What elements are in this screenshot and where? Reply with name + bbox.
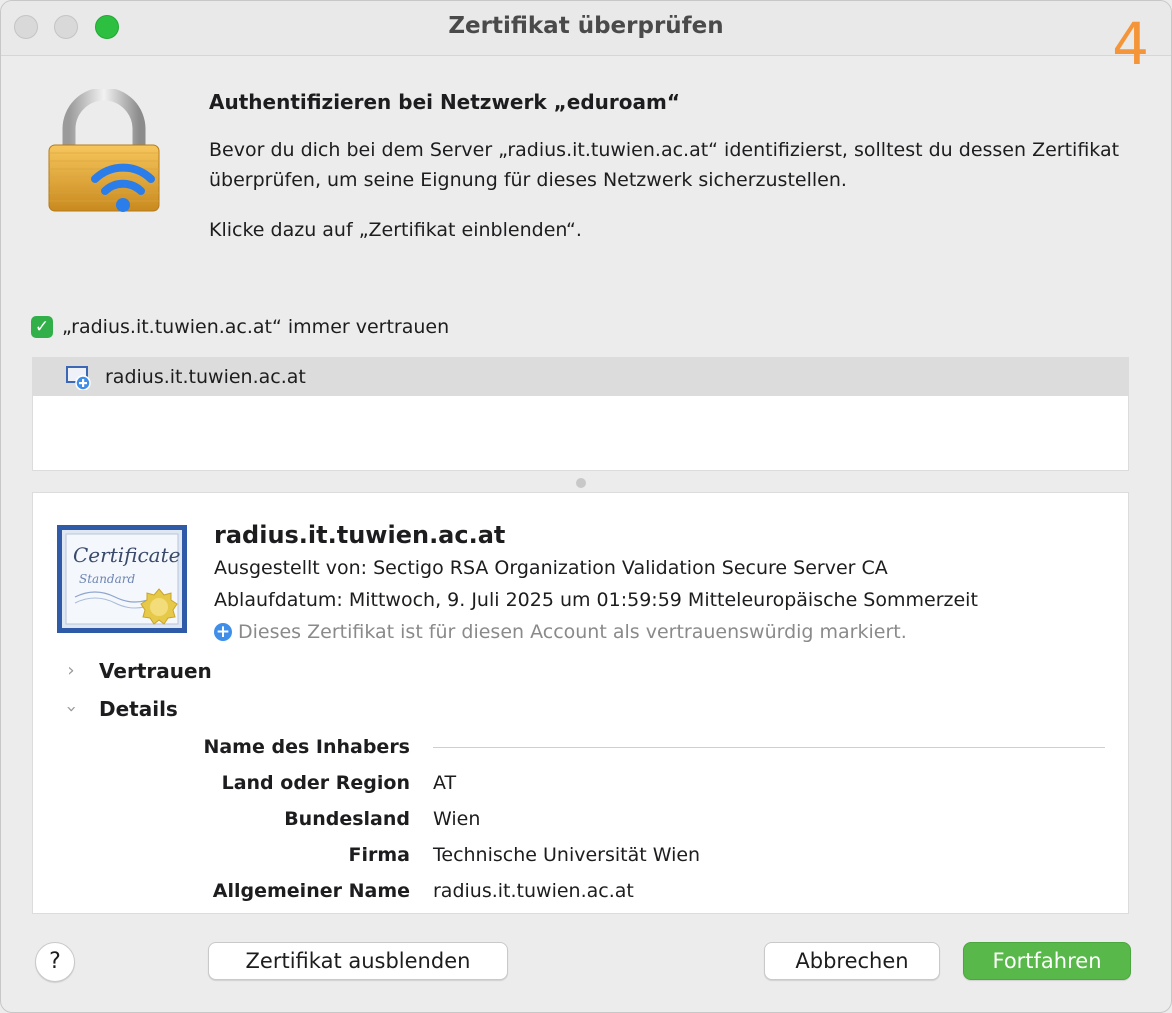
field-value: radius.it.tuwien.ac.at (433, 880, 634, 902)
always-trust-checkbox-row[interactable]: ✓ „radius.it.tuwien.ac.at“ immer vertrau… (31, 313, 449, 341)
help-button[interactable]: ? (35, 942, 75, 982)
dialog-description: Bevor du dich bei dem Server „radius.it.… (209, 139, 1120, 191)
title-bar: Zertifikat überprüfen (1, 1, 1171, 56)
certificate-badge-subtitle: Standard (79, 572, 135, 586)
certificate-expiry: Ablaufdatum: Mittwoch, 9. Juli 2025 um 0… (214, 589, 978, 611)
section-details[interactable]: › Details (61, 697, 178, 721)
field-value: Technische Universität Wien (433, 844, 701, 866)
step-badge: 4 (1112, 10, 1149, 78)
section-vertrauen-label: Vertrauen (99, 659, 212, 683)
field-key: Allgemeiner Name (212, 880, 410, 902)
dialog-heading: Authentifizieren bei Netzwerk „eduroam“ (209, 90, 680, 114)
trusted-plus-icon: + (214, 622, 232, 642)
certificate-large-icon: Certificate Standard (57, 525, 187, 633)
certificate-title: radius.it.tuwien.ac.at (214, 521, 506, 549)
field-key: Land oder Region (221, 772, 410, 794)
always-trust-label: „radius.it.tuwien.ac.at“ immer vertrauen (62, 316, 450, 338)
dialog-hint: Klicke dazu auf „Zertifikat einblenden“. (209, 219, 582, 241)
network-lock-icon (48, 89, 160, 212)
trust-note-text: Dieses Zertifikat ist für diesen Account… (238, 621, 907, 643)
certificate-small-icon (66, 366, 91, 390)
field-key: Firma (348, 844, 410, 866)
certificate-dialog: Zertifikat überprüfen 4 Authentifizieren… (0, 0, 1172, 1013)
window-title: Zertifikat überprüfen (448, 13, 724, 39)
section-details-label: Details (99, 697, 178, 721)
continue-button[interactable]: Fortfahren (963, 942, 1131, 980)
section-vertrauen[interactable]: › Vertrauen (63, 659, 212, 683)
certificate-trust-note: + Dieses Zertifikat ist für diesen Accou… (214, 621, 907, 643)
chevron-down-icon: › (61, 705, 82, 713)
field-value: Wien (433, 808, 481, 830)
field-value: AT (433, 772, 457, 794)
field-key: Name des Inhabers (203, 736, 410, 758)
cancel-button[interactable]: Abbrechen (764, 942, 940, 980)
field-divider (433, 747, 1105, 748)
chevron-right-icon: › (67, 660, 75, 681)
certificate-list: radius.it.tuwien.ac.at (32, 357, 1129, 471)
list-item[interactable]: radius.it.tuwien.ac.at (33, 358, 1128, 396)
field-key: Bundesland (284, 808, 410, 830)
split-view-handle[interactable] (576, 478, 586, 488)
hide-certificate-button[interactable]: Zertifikat ausblenden (208, 942, 508, 980)
always-trust-checkbox[interactable]: ✓ (31, 316, 53, 338)
list-item-label: radius.it.tuwien.ac.at (105, 366, 306, 388)
certificate-issuer: Ausgestellt von: Sectigo RSA Organizatio… (214, 557, 888, 579)
certificate-badge-title: Certificate (73, 543, 180, 567)
certificate-detail-pane: Certificate Standard radius.it.tuwien.ac… (32, 492, 1129, 914)
